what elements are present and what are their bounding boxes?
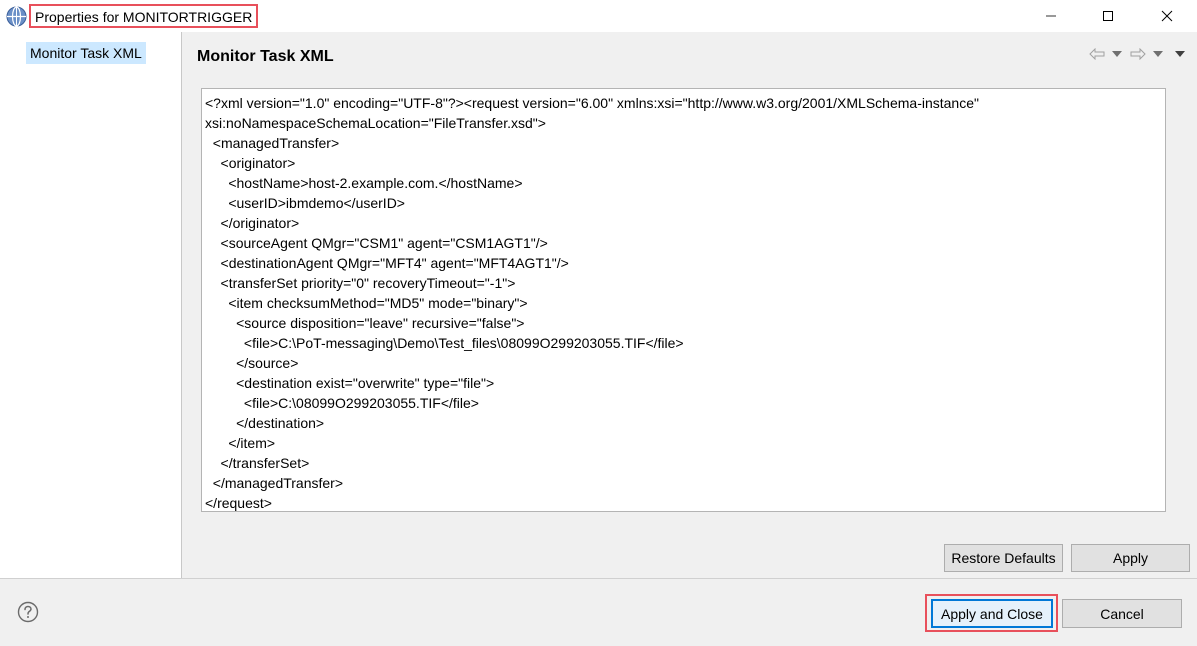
forward-button[interactable] — [1130, 46, 1146, 62]
apply-and-close-button[interactable]: Apply and Close — [931, 599, 1053, 628]
xml-line: <transferSet priority="0" recoveryTimeou… — [205, 275, 516, 291]
xml-content: <?xml version="1.0" encoding="UTF-8"?><r… — [202, 89, 1165, 513]
view-menu-icon — [1175, 51, 1185, 57]
cancel-button[interactable]: Cancel — [1062, 599, 1182, 628]
page-title: Monitor Task XML — [197, 48, 334, 65]
xml-text-area[interactable]: <?xml version="1.0" encoding="UTF-8"?><r… — [201, 88, 1166, 512]
xml-line: <hostName>host-2.example.com.</hostName> — [205, 175, 523, 191]
maximize-icon — [1103, 11, 1113, 21]
xml-line: </transferSet> — [205, 455, 310, 471]
xml-line: </managedTransfer> — [205, 475, 344, 491]
minimize-icon — [1046, 15, 1056, 17]
forward-arrow-icon — [1130, 48, 1146, 60]
xml-line: <item checksumMethod="MD5" mode="binary"… — [205, 295, 528, 311]
xml-line: </originator> — [205, 215, 300, 231]
back-button[interactable] — [1089, 46, 1105, 62]
help-icon[interactable] — [17, 601, 39, 623]
tree-item-monitor-task-xml[interactable]: Monitor Task XML — [26, 42, 146, 64]
close-icon — [1161, 10, 1173, 22]
xml-line: <originator> — [205, 155, 296, 171]
apply-button[interactable]: Apply — [1071, 544, 1190, 572]
xml-line: <destination exist="overwrite" type="fil… — [205, 375, 495, 391]
maximize-button[interactable] — [1085, 0, 1131, 32]
restore-defaults-button[interactable]: Restore Defaults — [944, 544, 1063, 572]
xml-line: <source disposition="leave" recursive="f… — [205, 315, 525, 331]
forward-history-dropdown[interactable] — [1152, 46, 1164, 62]
xml-line: </item> — [205, 435, 276, 451]
xml-line: <managedTransfer> — [205, 135, 340, 151]
xml-line: <file>C:\PoT-messaging\Demo\Test_files\0… — [205, 335, 684, 351]
xml-line: <sourceAgent QMgr="CSM1" agent="CSM1AGT1… — [205, 235, 548, 251]
page-header — [183, 32, 1197, 76]
chevron-down-icon — [1112, 51, 1122, 57]
xml-line: </request> — [205, 495, 272, 511]
minimize-button[interactable] — [1028, 0, 1074, 32]
back-arrow-icon — [1089, 48, 1105, 60]
xml-line: xsi:noNamespaceSchemaLocation="FileTrans… — [205, 115, 546, 131]
xml-line: </source> — [205, 355, 299, 371]
xml-line: <?xml version="1.0" encoding="UTF-8"?><r… — [205, 95, 979, 111]
xml-line: <userID>ibmdemo</userID> — [205, 195, 405, 211]
view-menu-button[interactable] — [1174, 46, 1186, 62]
xml-line: <file>C:\08099O299203055.TIF</file> — [205, 395, 479, 411]
preference-tree — [0, 32, 182, 578]
close-button[interactable] — [1144, 0, 1190, 32]
window-title: Properties for MONITORTRIGGER — [29, 4, 259, 28]
app-globe-icon — [6, 6, 27, 27]
xml-line: </destination> — [205, 415, 325, 431]
back-history-dropdown[interactable] — [1111, 46, 1123, 62]
chevron-down-icon — [1153, 51, 1163, 57]
xml-line: <destinationAgent QMgr="MFT4" agent="MFT… — [205, 255, 569, 271]
